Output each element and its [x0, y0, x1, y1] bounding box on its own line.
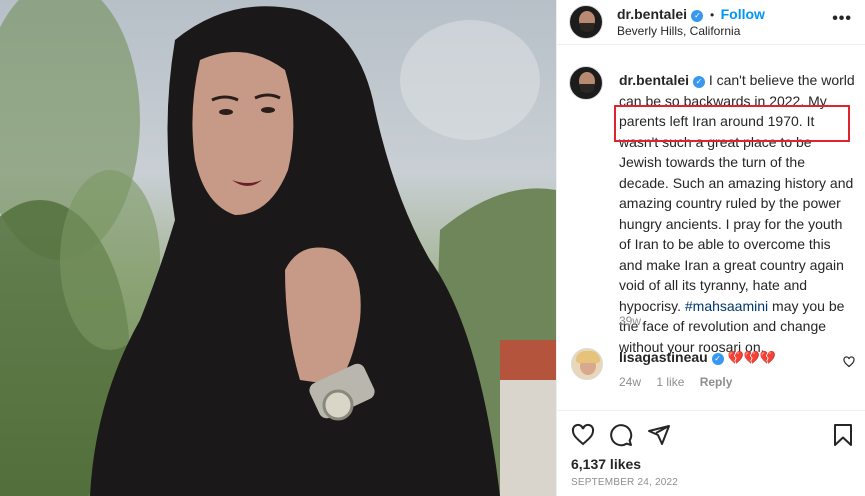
verified-badge-icon: ✓	[691, 10, 704, 22]
bookmark-icon[interactable]	[832, 423, 854, 447]
caption-text: I can't believe the world can be so back…	[619, 72, 855, 314]
header-separator: •	[709, 8, 715, 22]
caption-hashtag-link[interactable]: #mahsaamini	[685, 298, 768, 314]
share-icon[interactable]	[647, 423, 671, 447]
more-options-icon[interactable]: •••	[832, 10, 852, 28]
post-photo-illustration	[0, 0, 556, 496]
follow-button[interactable]: Follow	[721, 6, 765, 22]
author-username[interactable]: dr.bentalei	[617, 6, 687, 22]
post-location[interactable]: Beverly Hills, California	[617, 24, 740, 38]
comment-username[interactable]: lisagastineau	[619, 349, 708, 365]
post-header: dr.bentalei ✓ • Follow Beverly Hills, Ca…	[557, 0, 865, 45]
comment-icon[interactable]	[609, 423, 633, 447]
comment-heart-icon[interactable]	[843, 356, 855, 368]
comment-likes[interactable]: 1 like	[656, 375, 684, 389]
comment: lisagastineau ✓ 💔💔💔	[619, 349, 839, 366]
post-photo	[0, 0, 556, 496]
comment-age[interactable]: 24w	[619, 375, 641, 389]
reply-button[interactable]: Reply	[700, 375, 733, 389]
post-date[interactable]: SEPTEMBER 24, 2022	[571, 477, 678, 488]
comment-meta: 24w 1 like Reply	[619, 375, 744, 389]
comment-verified-badge-icon: ✓	[711, 353, 724, 365]
likes-count[interactable]: 6,137 likes	[571, 456, 641, 472]
author-avatar[interactable]	[569, 5, 603, 39]
comment-text: 💔💔💔	[727, 350, 777, 365]
post-caption: dr.bentalei ✓ I can't believe the world …	[619, 70, 855, 357]
caption-verified-badge-icon: ✓	[692, 76, 705, 88]
post-details-panel: dr.bentalei ✓ • Follow Beverly Hills, Ca…	[556, 0, 865, 496]
commenter-avatar[interactable]	[571, 348, 603, 380]
caption-age[interactable]: 39w	[619, 314, 641, 328]
caption-author-avatar[interactable]	[569, 66, 603, 100]
caption-username[interactable]: dr.bentalei	[619, 72, 689, 88]
post-actions: 6,137 likes SEPTEMBER 24, 2022	[557, 410, 865, 496]
heart-icon[interactable]	[571, 423, 595, 447]
